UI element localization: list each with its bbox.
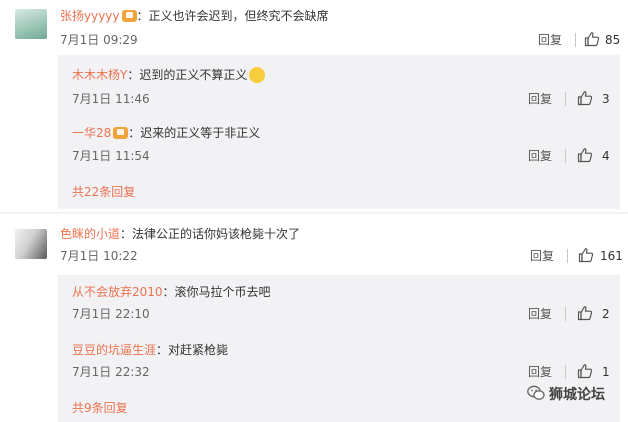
divider bbox=[565, 92, 566, 106]
watermark-text: 狮城论坛 bbox=[549, 387, 605, 403]
like-count: 2 bbox=[602, 307, 610, 321]
more-replies-link[interactable]: 共9条回复 bbox=[72, 400, 128, 416]
like-icon[interactable] bbox=[584, 31, 600, 47]
like-count: 1 bbox=[602, 365, 610, 379]
comment-date: 7月1日 10:22 bbox=[60, 249, 138, 263]
reply-button[interactable]: 回复 bbox=[538, 32, 562, 48]
emoji-icon bbox=[249, 67, 266, 83]
divider bbox=[565, 307, 566, 321]
reply-button[interactable]: 回复 bbox=[528, 91, 552, 107]
more-replies-link[interactable]: 共22条回复 bbox=[72, 184, 135, 200]
divider bbox=[565, 149, 566, 163]
avatar[interactable] bbox=[15, 9, 47, 39]
avatar[interactable] bbox=[15, 229, 47, 259]
wechat-bubble-icon bbox=[527, 385, 545, 400]
comment-date: 7月1日 09:29 bbox=[60, 33, 138, 47]
reply-button[interactable]: 回复 bbox=[530, 248, 554, 264]
like-count: 4 bbox=[602, 149, 610, 163]
like-icon[interactable] bbox=[577, 147, 593, 163]
username-link[interactable]: 从不会放弃2010 bbox=[72, 285, 163, 299]
reply-text: ：滚你马拉个币去吧 bbox=[162, 285, 271, 299]
vip-badge-icon bbox=[113, 127, 129, 139]
username-link[interactable]: 色眯的小道 bbox=[60, 227, 120, 241]
like-icon[interactable] bbox=[577, 90, 593, 106]
comment-text: ：法律公正的话你妈该枪毙十次了 bbox=[120, 227, 301, 241]
comment-text: ：正义也许会迟到，但终究不会缺席 bbox=[136, 9, 329, 23]
username-link[interactable]: 木木木杨Y bbox=[72, 68, 127, 82]
like-icon[interactable] bbox=[577, 363, 593, 379]
reply-text: ：迟到的正义不算正义 bbox=[127, 68, 248, 82]
reply-date: 7月1日 22:10 bbox=[72, 307, 150, 321]
reply-date: 7月1日 22:32 bbox=[72, 365, 150, 379]
username-link[interactable]: 豆豆的坑逼生涯 bbox=[72, 343, 156, 357]
reply-date: 7月1日 11:54 bbox=[72, 149, 150, 163]
username-link[interactable]: 一华28 bbox=[72, 126, 111, 140]
username-link[interactable]: 张扬yyyyy bbox=[60, 9, 120, 23]
reply-text: ：迟来的正义等于非正义 bbox=[128, 126, 261, 140]
like-count: 85 bbox=[605, 33, 621, 47]
reply-button[interactable]: 回复 bbox=[528, 364, 552, 380]
reply-date: 7月1日 11:46 bbox=[72, 92, 150, 106]
reply-button[interactable]: 回复 bbox=[528, 306, 552, 322]
comment-line: 色眯的小道：法律公正的话你妈该枪毙十次了 bbox=[60, 225, 300, 243]
comment-line: 张扬yyyyy ：正义也许会迟到，但终究不会缺席 bbox=[60, 7, 329, 25]
reply-line: 从不会放弃2010：滚你马拉个币去吧 bbox=[72, 283, 271, 301]
divider bbox=[575, 33, 576, 47]
like-count: 161 bbox=[600, 249, 623, 263]
like-count: 3 bbox=[602, 92, 610, 106]
like-icon[interactable] bbox=[578, 247, 594, 263]
divider bbox=[565, 365, 566, 379]
like-icon[interactable] bbox=[577, 305, 593, 321]
reply-button[interactable]: 回复 bbox=[528, 148, 552, 164]
reply-text: ：对赶紧枪毙 bbox=[156, 343, 229, 357]
reply-line: 豆豆的坑逼生涯：对赶紧枪毙 bbox=[72, 341, 228, 359]
vip-badge-icon bbox=[121, 10, 137, 22]
divider bbox=[567, 249, 568, 263]
reply-line: 木木木杨Y：迟到的正义不算正义 bbox=[72, 66, 266, 84]
comment-card: 张扬yyyyy ：正义也许会迟到，但终究不会缺席 7月1日 09:29 回复 85… bbox=[0, 0, 628, 214]
reply-line: 一华28 ：迟来的正义等于非正义 bbox=[72, 124, 260, 142]
